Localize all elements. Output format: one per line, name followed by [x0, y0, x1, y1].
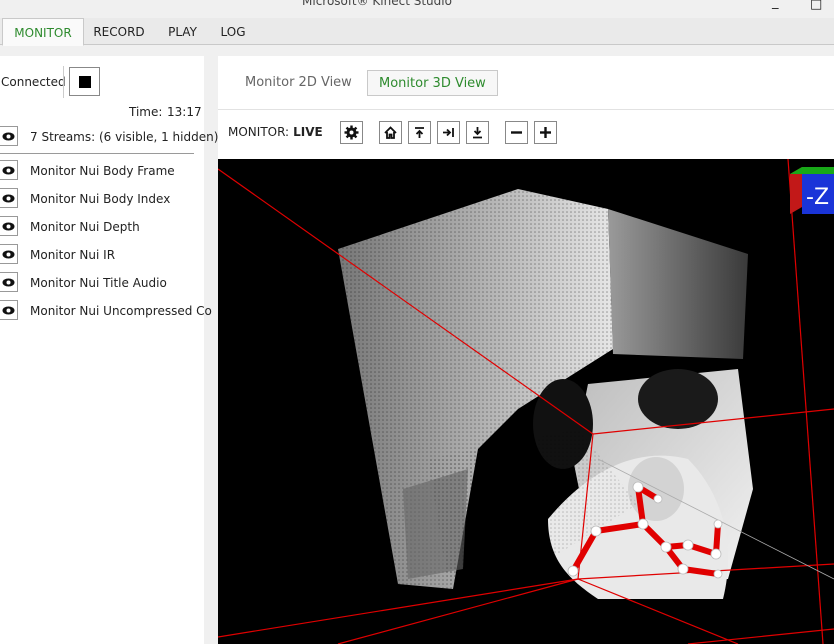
tab-log[interactable]: LOG	[213, 18, 253, 44]
monitor-live-state: LIVE	[293, 125, 323, 139]
stream-visibility-toggle[interactable]	[0, 272, 18, 292]
stream-item[interactable]: Monitor Nui Body Index	[30, 192, 170, 206]
3d-viewport[interactable]: -Z	[218, 159, 834, 644]
eye-icon	[2, 166, 15, 175]
tab-play[interactable]: PLAY	[160, 18, 205, 44]
time-label: Time:	[129, 105, 163, 119]
eye-icon	[2, 194, 15, 203]
stream-visibility-toggle[interactable]	[0, 160, 18, 180]
stop-button[interactable]	[69, 67, 100, 96]
tab-monitor[interactable]: MONITOR	[2, 18, 84, 46]
window-title: Microsoft® Kinect Studio	[302, 0, 452, 8]
stream-item[interactable]: Monitor Nui Title Audio	[30, 276, 167, 290]
orientation-cube[interactable]: -Z	[790, 167, 834, 214]
minimize-icon[interactable]: _	[772, 0, 779, 10]
minus-icon	[511, 131, 522, 134]
stream-item[interactable]: Monitor Nui Uncompressed Co	[30, 304, 212, 318]
plus-icon	[540, 127, 551, 138]
orientation-cube-label: -Z	[806, 185, 829, 210]
home-view-button[interactable]	[379, 121, 402, 144]
up-icon	[415, 127, 424, 138]
maximize-icon[interactable]: □	[810, 0, 822, 12]
right-icon	[443, 128, 454, 137]
panel-splitter[interactable]	[204, 56, 218, 644]
title-bar: Microsoft® Kinect Studio _ □	[0, 0, 834, 14]
gear-icon	[344, 125, 359, 140]
streams-panel	[0, 56, 204, 644]
streams-visibility-toggle[interactable]	[0, 126, 18, 146]
monitor-label: MONITOR:	[228, 125, 290, 139]
eye-icon	[2, 222, 15, 231]
stream-visibility-toggle[interactable]	[0, 244, 18, 264]
occlusion-shadow	[638, 369, 718, 429]
stream-visibility-toggle[interactable]	[0, 188, 18, 208]
main-tabs: MONITOR RECORD PLAY LOG	[0, 18, 834, 46]
divider	[218, 109, 834, 110]
stream-item[interactable]: Monitor Nui IR	[30, 248, 115, 262]
view-top-button[interactable]	[408, 121, 431, 144]
divider	[0, 153, 194, 154]
point-cloud-scene: -Z	[218, 159, 834, 644]
right-wall-points	[608, 209, 748, 359]
streams-summary: 7 Streams: (6 visible, 1 hidden)	[30, 130, 219, 144]
connection-status: Connected	[1, 75, 66, 89]
eye-icon	[2, 132, 15, 141]
separator	[63, 66, 64, 98]
stream-item[interactable]: Monitor Nui Depth	[30, 220, 140, 234]
stream-visibility-toggle[interactable]	[0, 300, 18, 320]
stream-item[interactable]: Monitor Nui Body Frame	[30, 164, 175, 178]
home-icon	[384, 126, 397, 139]
zoom-out-button[interactable]	[505, 121, 528, 144]
download-icon	[473, 127, 482, 139]
eye-icon	[2, 278, 15, 287]
view-right-button[interactable]	[437, 121, 460, 144]
eye-icon	[2, 250, 15, 259]
tab-monitor-2d-view[interactable]: Monitor 2D View	[234, 70, 363, 96]
stream-visibility-toggle[interactable]	[0, 216, 18, 236]
stop-icon	[79, 76, 91, 88]
time-value: 13:17	[167, 105, 202, 119]
eye-icon	[2, 306, 15, 315]
zoom-in-button[interactable]	[534, 121, 557, 144]
tab-monitor-3d-view[interactable]: Monitor 3D View	[367, 70, 498, 96]
view-bottom-button[interactable]	[466, 121, 489, 144]
settings-button[interactable]	[340, 121, 363, 144]
monitor-status: MONITOR: LIVE	[228, 125, 323, 139]
tab-record[interactable]: RECORD	[89, 18, 149, 44]
